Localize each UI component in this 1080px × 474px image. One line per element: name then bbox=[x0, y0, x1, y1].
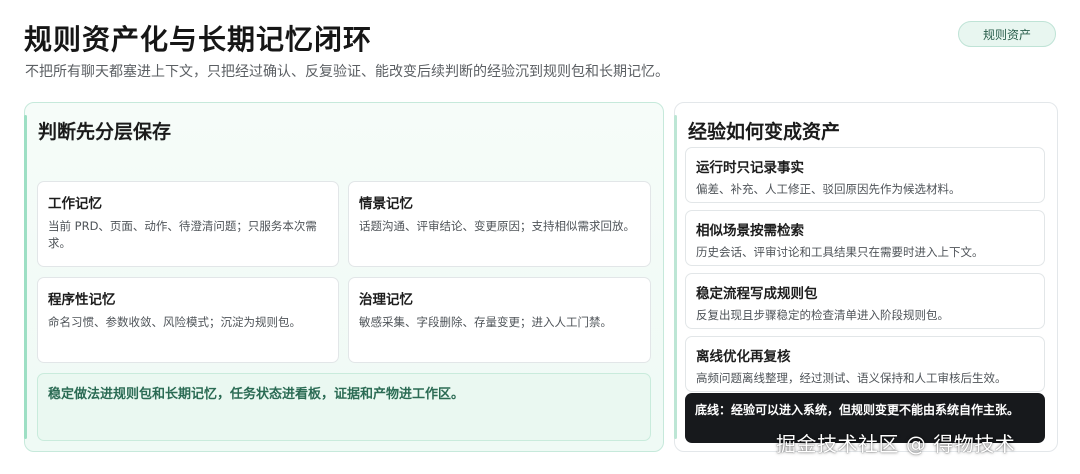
step-text: 反复出现且步骤稳定的检查清单进入阶段规则包。 bbox=[696, 308, 949, 322]
panel-accent-bar bbox=[674, 115, 677, 439]
card-episodic-memory: 情景记忆 话题沟通、评审结论、变更原因；支持相似需求回放。 bbox=[348, 181, 651, 267]
step-text: 历史会话、评审讨论和工具结果只在需要时进入上下文。 bbox=[696, 245, 984, 259]
page-title: 规则资产化与长期记忆闭环 bbox=[24, 23, 373, 56]
step-title: 运行时只记录事实 bbox=[696, 160, 804, 176]
card-title: 情景记忆 bbox=[359, 196, 413, 212]
step-write-rule-pack: 稳定流程写成规则包 反复出现且步骤稳定的检查清单进入阶段规则包。 bbox=[685, 273, 1045, 329]
card-procedural-memory: 程序性记忆 命名习惯、参数收敛、风险模式；沉淀为规则包。 bbox=[37, 277, 339, 363]
card-title: 程序性记忆 bbox=[48, 292, 116, 308]
rule-asset-tag[interactable]: 规则资产 bbox=[958, 21, 1056, 47]
experience-panel-title: 经验如何变成资产 bbox=[688, 121, 841, 143]
step-retrieve-on-demand: 相似场景按需检索 历史会话、评审讨论和工具结果只在需要时进入上下文。 bbox=[685, 210, 1045, 266]
card-governance-memory: 治理记忆 敏感采集、字段删除、存量变更；进入人工门禁。 bbox=[348, 277, 651, 363]
step-text: 偏差、补充、人工修正、驳回原因先作为候选材料。 bbox=[696, 182, 961, 196]
memory-layers-title: 判断先分层保存 bbox=[38, 121, 172, 143]
memory-layers-panel: 判断先分层保存 工作记忆 当前 PRD、页面、动作、待澄清问题；只服务本次需求。… bbox=[24, 102, 664, 452]
panel-accent-bar bbox=[24, 115, 27, 439]
card-working-memory: 工作记忆 当前 PRD、页面、动作、待澄清问题；只服务本次需求。 bbox=[37, 181, 339, 267]
card-text: 话题沟通、评审结论、变更原因；支持相似需求回放。 bbox=[359, 219, 635, 233]
step-title: 离线优化再复核 bbox=[696, 349, 791, 365]
watermark: 掘金技术社区 @ 得物技术 bbox=[776, 432, 1016, 456]
page-subtitle: 不把所有聊天都塞进上下文，只把经过确认、反复验证、能改变后续判断的经验沉到规则包… bbox=[25, 64, 669, 80]
card-text: 当前 PRD、页面、动作、待澄清问题；只服务本次需求。 bbox=[48, 219, 317, 250]
card-text: 命名习惯、参数收敛、风险模式；沉淀为规则包。 bbox=[48, 315, 301, 329]
storage-summary-note: 稳定做法进规则包和长期记忆，任务状态进看板，证据和产物进工作区。 bbox=[37, 373, 651, 441]
step-title: 相似场景按需检索 bbox=[696, 223, 804, 239]
card-title: 治理记忆 bbox=[359, 292, 413, 308]
step-title: 稳定流程写成规则包 bbox=[696, 286, 818, 302]
card-text: 敏感采集、字段删除、存量变更；进入人工门禁。 bbox=[359, 315, 612, 329]
step-offline-review: 离线优化再复核 高频问题离线整理，经过测试、语义保持和人工审核后生效。 bbox=[685, 336, 1045, 392]
step-text: 高频问题离线整理，经过测试、语义保持和人工审核后生效。 bbox=[696, 371, 1007, 385]
card-title: 工作记忆 bbox=[48, 196, 102, 212]
step-record-facts: 运行时只记录事实 偏差、补充、人工修正、驳回原因先作为候选材料。 bbox=[685, 147, 1045, 203]
experience-to-asset-panel: 经验如何变成资产 运行时只记录事实 偏差、补充、人工修正、驳回原因先作为候选材料… bbox=[674, 102, 1058, 452]
